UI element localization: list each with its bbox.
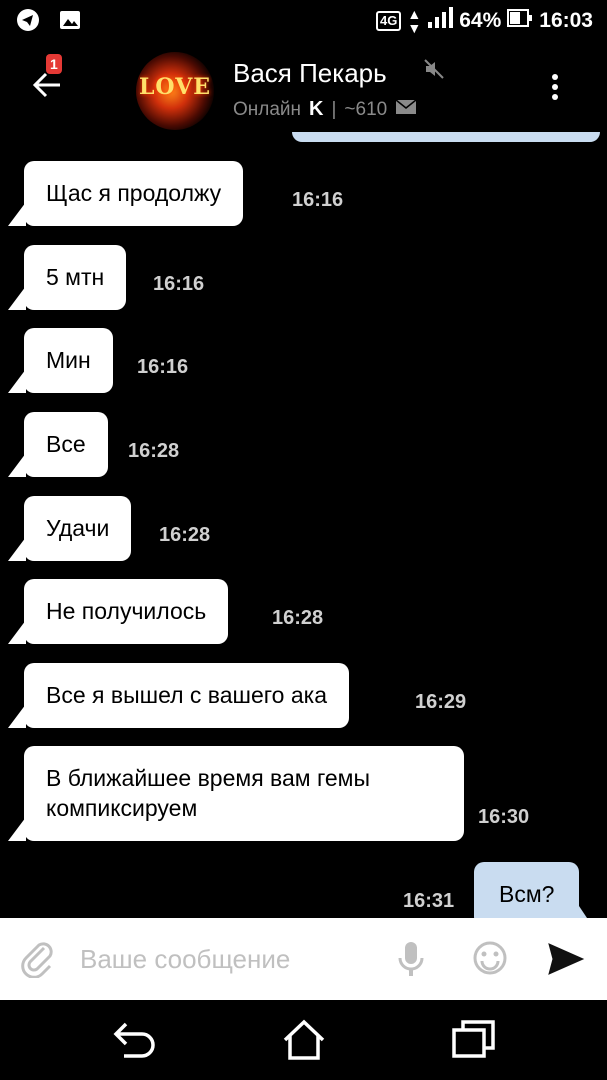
message-time: 16:30	[478, 806, 530, 828]
message-time: 16:31	[403, 890, 455, 912]
message-bubble[interactable]: Все я вышел с вашего ака	[7, 663, 350, 728]
separator: |	[331, 98, 337, 120]
kate-client-icon: K	[309, 98, 324, 120]
message-input-bar: Ваше сообщение	[0, 918, 607, 1000]
message-bubble[interactable]: Не получилось	[7, 579, 229, 644]
message-bubble[interactable]: Щас я продолжу	[7, 161, 244, 226]
system-nav-bar	[0, 1000, 607, 1080]
message-time: 16:28	[272, 607, 324, 629]
envelope-icon	[395, 98, 417, 121]
message-bubble[interactable]: Удачи	[7, 496, 132, 561]
unread-badge: 1	[46, 54, 62, 74]
paperclip-icon	[21, 942, 53, 979]
emoji-button[interactable]	[472, 940, 508, 981]
network-badge: 4G	[376, 11, 402, 31]
system-recents-button[interactable]	[451, 1018, 497, 1065]
online-status: Онлайн	[233, 98, 302, 120]
battery-icon	[507, 7, 533, 35]
attach-button[interactable]	[20, 940, 56, 983]
system-back-button[interactable]	[112, 1018, 158, 1065]
gallery-icon	[58, 8, 82, 37]
message-time: 16:29	[415, 691, 467, 713]
message-bubble[interactable]: Все	[8, 412, 108, 477]
avatar[interactable]: LOVE	[136, 52, 214, 130]
status-bar: 4G ▲ ▼ 64% 16:03	[0, 0, 607, 40]
battery-percent: 64%	[459, 9, 502, 32]
recent-apps-icon	[452, 1020, 495, 1058]
data-arrows-icon: ▲ ▼	[407, 6, 422, 36]
send-icon	[548, 943, 585, 975]
microphone-button[interactable]	[398, 940, 424, 983]
contact-name[interactable]: Вася Пекарь	[233, 58, 387, 89]
message-input[interactable]: Ваше сообщение	[80, 944, 290, 975]
chat-header: 1 LOVE Вася Пекарь Онлайн K | ~610	[0, 40, 607, 140]
message-time: 16:16	[153, 273, 205, 295]
microphone-icon	[398, 942, 424, 976]
avatar-logo-text: LOVE	[138, 74, 212, 100]
system-home-button[interactable]	[281, 1018, 327, 1067]
more-dots-icon	[552, 74, 558, 80]
contact-status-line: Онлайн K | ~610	[233, 98, 417, 121]
mute-icon	[423, 58, 445, 86]
signal-icon	[427, 7, 454, 35]
telegram-icon	[16, 8, 40, 37]
home-icon	[283, 1019, 325, 1060]
message-bubble[interactable]: Мин	[8, 328, 113, 393]
send-button[interactable]	[547, 942, 585, 981]
message-time: 16:28	[159, 524, 211, 546]
status-time: 16:03	[539, 9, 593, 32]
message-time: 16:28	[128, 440, 180, 462]
previous-outgoing-bubble-edge	[292, 132, 600, 142]
message-bubble[interactable]: 5 мтн	[7, 245, 127, 310]
more-options-button[interactable]	[552, 74, 558, 104]
undo-arrow-icon	[113, 1022, 155, 1058]
message-count: ~610	[344, 98, 388, 120]
message-time: 16:16	[137, 356, 189, 378]
message-time: 16:16	[292, 189, 344, 211]
smiley-icon	[473, 941, 507, 975]
message-bubble[interactable]: В ближайшее время вам гемы компиксируем	[8, 746, 464, 841]
